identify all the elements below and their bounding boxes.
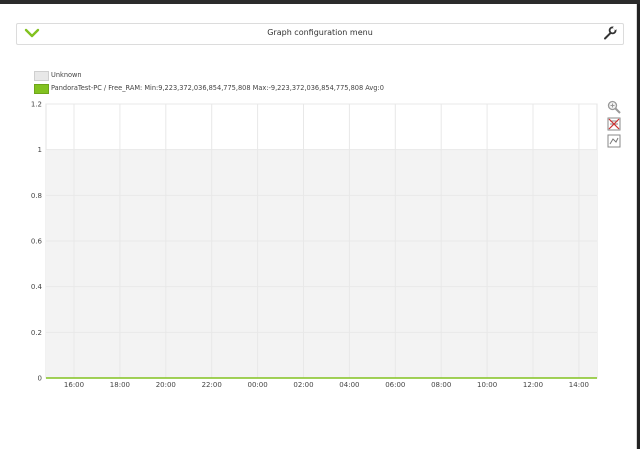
y-tick-label: 0.2 [31,329,42,337]
y-tick-label: 0.4 [31,283,43,291]
zoom-icon[interactable] [607,100,621,114]
x-tick-label: 12:00 [523,381,543,389]
y-tick-label: 1.2 [31,101,42,109]
unknown-area [46,149,597,378]
x-tick-label: 20:00 [156,381,176,389]
x-tick-label: 08:00 [431,381,451,389]
x-tick-label: 02:00 [293,381,313,389]
export-icon[interactable] [607,134,621,148]
x-tick-label: 18:00 [110,381,130,389]
wrench-icon[interactable] [603,26,617,40]
x-tick-label: 16:00 [64,381,84,389]
y-tick-label: 1 [38,146,42,154]
line-chart: 0 0.2 0.4 0.6 0.8 1 1.2 16:00 18:00 20:00 22:00 00:… [31,101,598,389]
legend-icon[interactable] [607,117,621,131]
x-tick-label: 00:00 [248,381,268,389]
x-tick-label: 14:00 [569,381,589,389]
x-tick-label: 04:00 [339,381,359,389]
x-tick-label: 06:00 [385,381,405,389]
y-tick-label: 0.8 [31,192,42,200]
y-tick-label: 0 [38,375,42,383]
y-tick-label: 0.6 [31,238,43,246]
x-tick-label: 10:00 [477,381,497,389]
x-tick-label: 22:00 [202,381,222,389]
